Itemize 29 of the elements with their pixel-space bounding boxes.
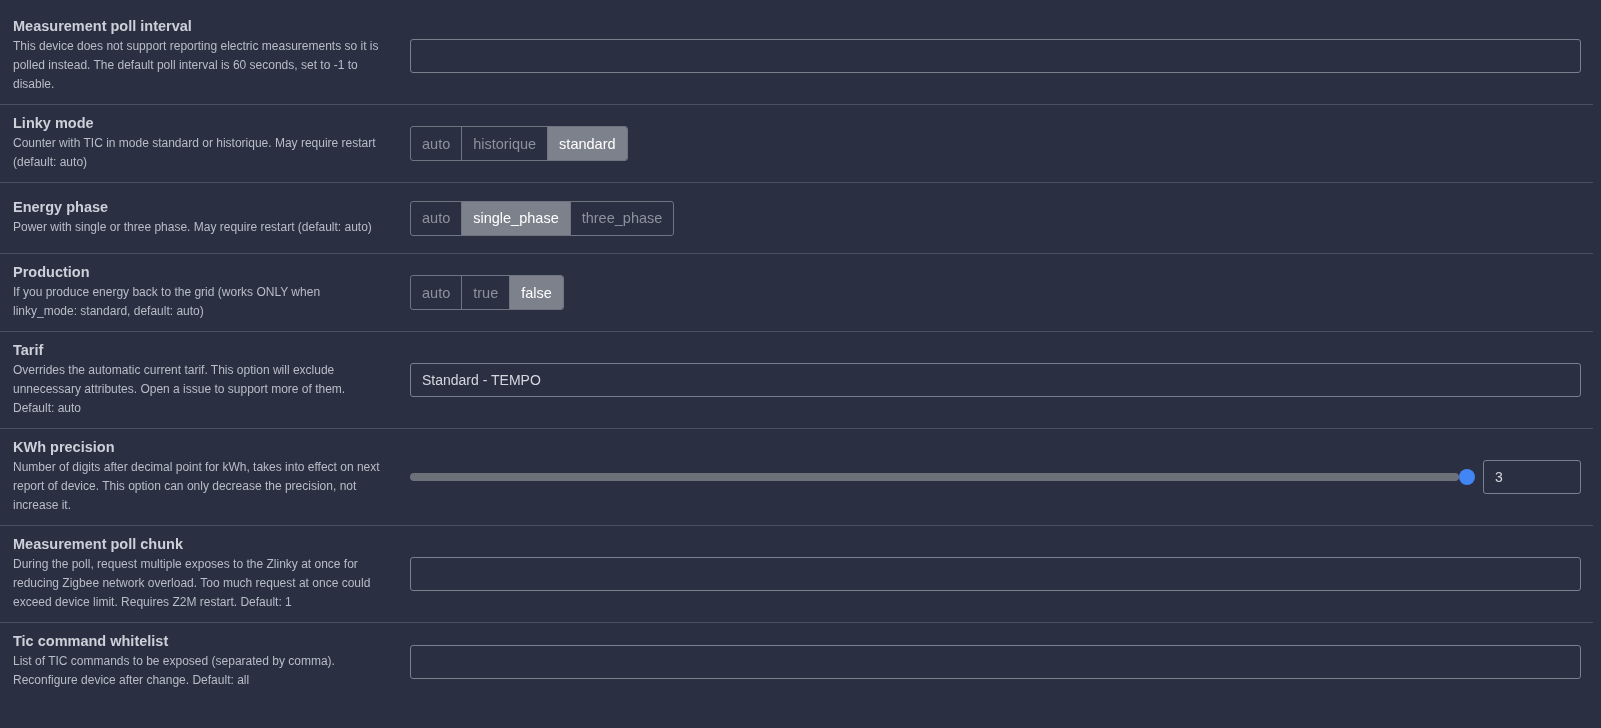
option-button[interactable]: standard xyxy=(547,127,627,160)
input-field[interactable]: Standard - TEMPO xyxy=(410,363,1581,397)
setting-description: List of TIC commands to be exposed (separated by comma). Reconfigure device after change. Default: all xyxy=(13,653,336,689)
option-button[interactable]: auto xyxy=(411,127,462,160)
setting-description: During the poll, request multiple exposes to the Zlinky at once for reducing Zigbee network overload. Too much request at once could exceed device limit. Requires Z2M restart. Default: 1 xyxy=(13,556,372,611)
input-field[interactable] xyxy=(410,644,1581,679)
option-button[interactable]: three_phase xyxy=(569,201,674,235)
option-button[interactable]: single_phase xyxy=(461,201,570,235)
setting-title: Measurement poll chunk xyxy=(13,536,184,552)
number-field[interactable]: 3 xyxy=(1483,460,1581,494)
setting-description: If you produce energy back to the grid (works ONLY when linky_mode: standard, default: auto) xyxy=(13,284,322,320)
input-field[interactable] xyxy=(410,557,1581,591)
setting-description: Power with single or three phase. May require restart (default: auto) xyxy=(13,219,373,236)
setting-title: Tic command whitelist xyxy=(13,633,170,649)
option-button[interactable]: auto xyxy=(411,201,462,235)
setting-title: Energy phase xyxy=(13,199,110,215)
setting-description: Number of digits after decimal point for kWh, takes into effect on next report of device. This option can only decrease the precision, not increase it. xyxy=(13,459,381,514)
option-button[interactable]: false xyxy=(509,276,563,309)
setting-title: Measurement poll interval xyxy=(13,18,193,34)
input-field[interactable] xyxy=(410,39,1581,73)
setting-title: Tarif xyxy=(13,342,45,358)
setting-description: Counter with TIC in mode standard or historique. May require restart (default: auto) xyxy=(13,135,377,171)
slider-thumb[interactable] xyxy=(1459,469,1475,485)
setting-title: KWh precision xyxy=(13,439,116,455)
setting-title: Production xyxy=(13,264,91,280)
setting-title: Linky mode xyxy=(13,115,95,131)
setting-description: Overrides the automatic current tarif. This option will exclude unnecessary attributes. Open a issue to support more of them. Default: auto xyxy=(13,362,347,417)
option-button[interactable]: auto xyxy=(411,276,462,309)
setting-description: This device does not support reporting electric measurements so it is polled instead. The default poll interval is 60 seconds, set to -1 to disable. xyxy=(13,38,380,93)
